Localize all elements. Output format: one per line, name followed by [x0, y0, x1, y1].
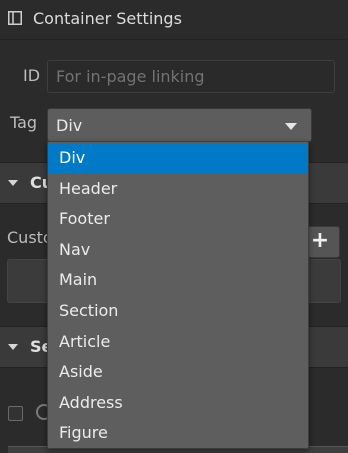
caret-down-icon — [8, 180, 18, 186]
dropdown-option-article[interactable]: Article — [48, 327, 308, 358]
id-input[interactable] — [47, 60, 335, 93]
panel-header: Container Settings — [0, 0, 348, 40]
id-label: ID — [23, 66, 41, 85]
panel-title: Container Settings — [33, 9, 182, 28]
caret-down-icon — [8, 344, 18, 350]
tag-dropdown-menu: Div Header Footer Nav Main Section Article Asid… — [47, 141, 309, 449]
dropdown-option-header[interactable]: Header — [48, 174, 308, 205]
dropdown-option-aside[interactable]: Aside — [48, 357, 308, 388]
checkbox[interactable] — [8, 406, 23, 421]
dropdown-option-address[interactable]: Address — [48, 388, 308, 419]
container-settings-panel: Container Settings ID Tag Div Cu Custo +… — [0, 0, 348, 453]
chevron-down-icon — [285, 123, 297, 130]
dropdown-option-div[interactable]: Div — [48, 143, 308, 174]
tag-select-value: Div — [56, 116, 83, 135]
tag-label: Tag — [10, 113, 38, 132]
tag-select[interactable]: Div — [47, 108, 312, 142]
panel-icon — [8, 11, 22, 25]
dropdown-option-main[interactable]: Main — [48, 265, 308, 296]
dropdown-option-section[interactable]: Section — [48, 296, 308, 327]
dropdown-option-figure[interactable]: Figure — [48, 418, 308, 449]
dropdown-option-nav[interactable]: Nav — [48, 235, 308, 266]
custom-attributes-label: Custo — [7, 228, 53, 247]
dropdown-option-footer[interactable]: Footer — [48, 204, 308, 235]
